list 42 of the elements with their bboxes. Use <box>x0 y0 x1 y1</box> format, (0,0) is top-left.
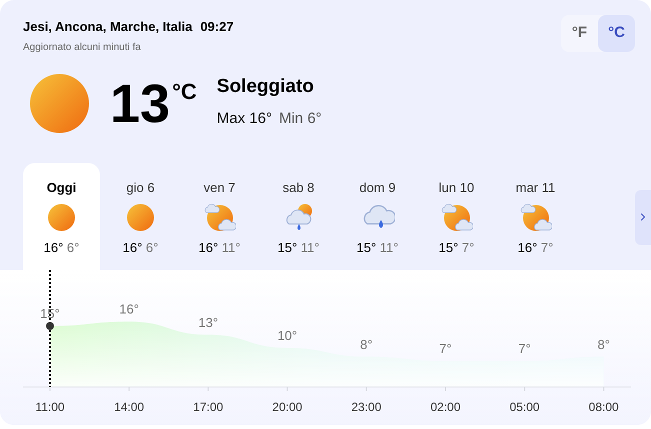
temperature-label: 10° <box>277 328 298 342</box>
updated-label: Aggiornato alcuni minuti fa <box>23 40 142 54</box>
hour-label: 17:00 <box>193 400 224 414</box>
hour-label: 08:00 <box>588 400 619 414</box>
temperature-label: 15° <box>40 306 60 320</box>
cursor-point <box>46 322 54 330</box>
rain-cloud-sun-icon <box>284 202 314 232</box>
day-tab[interactable]: gio 6 16° 6° <box>102 162 179 270</box>
temperature-label: 7° <box>518 340 531 356</box>
unit-tab[interactable]: °F <box>561 15 598 52</box>
unit-tab[interactable]: °C <box>598 15 635 52</box>
location-title: Jesi, Ancona, Marche, Italia <box>23 18 192 36</box>
next-button[interactable] <box>635 190 651 244</box>
sun-cloud-icon <box>204 202 236 232</box>
current-temperature: 13 <box>110 76 170 130</box>
temperature-label: 13° <box>198 314 218 330</box>
sun-icon <box>48 204 75 231</box>
sun-icon <box>127 204 154 231</box>
day-tab[interactable]: dom 9 15° 11° <box>339 162 416 270</box>
sun-cloud-icon <box>440 202 472 232</box>
temperature-unit: °C <box>172 78 197 106</box>
time-label: 09:27 <box>200 18 234 36</box>
hour-label: 20:00 <box>272 400 302 414</box>
hour-label: 05:00 <box>510 400 540 414</box>
min-temperature: Min 6° <box>278 108 322 128</box>
temperature-label: 16° <box>119 301 139 316</box>
day-tab[interactable]: mar 11 16° 7° <box>497 162 574 270</box>
day-tab[interactable]: sab 8 15° 11° <box>260 162 337 270</box>
sun-icon <box>30 74 89 133</box>
hour-label: 14:00 <box>114 400 144 414</box>
temperature-label: 7° <box>439 340 452 356</box>
day-tab[interactable]: lun 10 15° 7° <box>418 162 495 270</box>
sun-cloud-icon <box>520 202 552 232</box>
temperature-label: 8° <box>360 336 373 352</box>
temperature-label: 8° <box>597 336 610 352</box>
day-tab[interactable]: Oggi 16° 6° <box>23 162 100 270</box>
condition-label: Soleggiato <box>216 75 315 99</box>
hour-label: 11:00 <box>35 400 65 414</box>
hour-label: 23:00 <box>351 400 382 414</box>
hour-label: 02:00 <box>430 400 461 414</box>
max-temperature: Max 16° <box>216 108 272 128</box>
day-tab[interactable]: ven 7 16° 11° <box>181 162 258 270</box>
